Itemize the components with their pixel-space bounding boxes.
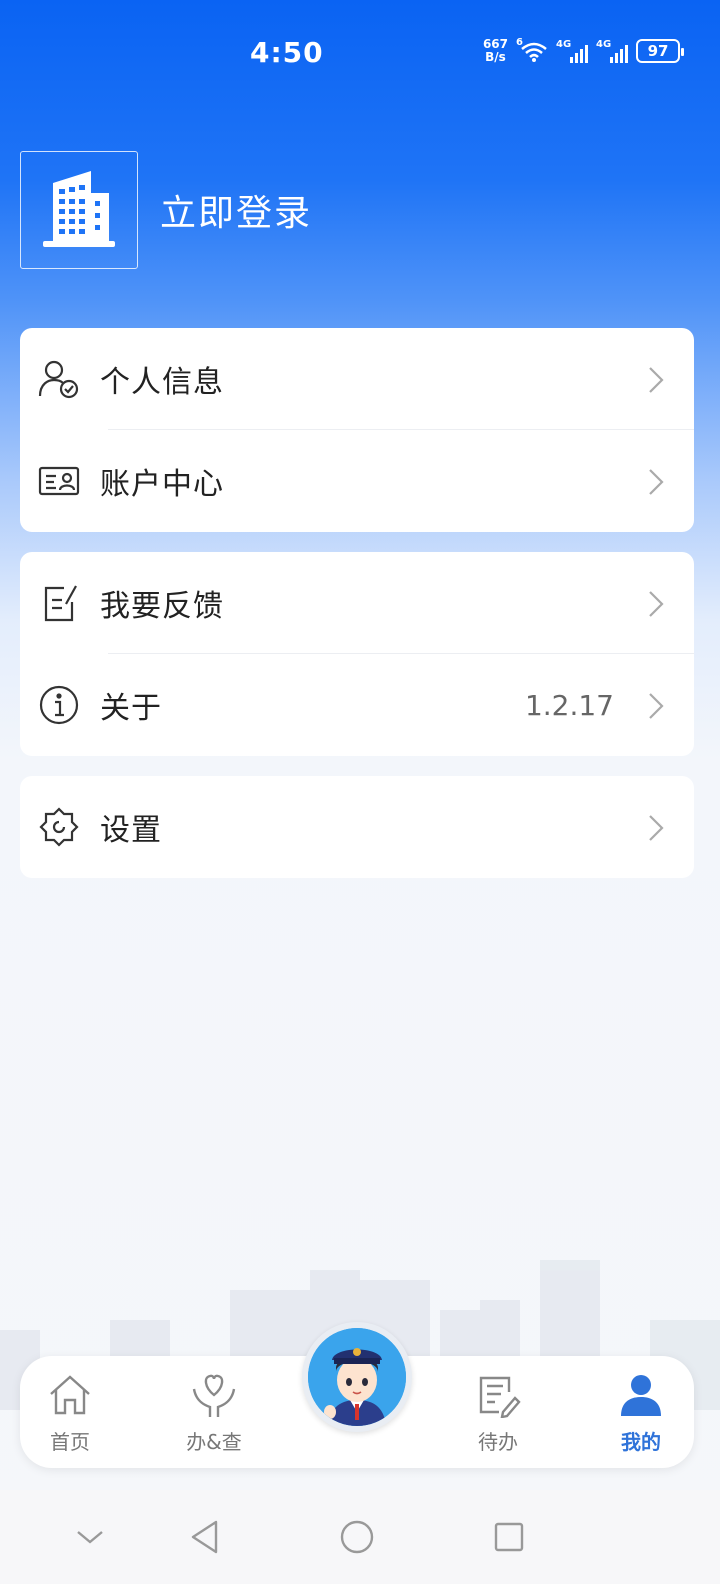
wifi-icon: 6: [516, 37, 548, 63]
menu-item-label: 设置: [100, 813, 162, 848]
tab-todo[interactable]: 待办: [448, 1370, 548, 1455]
login-area[interactable]: 立即登录: [20, 150, 312, 270]
home-circle-icon[interactable]: [332, 1512, 382, 1562]
battery-icon: 97: [636, 39, 684, 63]
menu-item-feedback[interactable]: 我要反馈: [20, 552, 694, 654]
menu-card-feedback: 我要反馈 关于 1.2.17: [20, 552, 694, 756]
system-nav-bar: [0, 1490, 720, 1584]
menu-item-label: 个人信息: [100, 365, 224, 400]
menu-item-settings[interactable]: 设置: [20, 776, 694, 878]
menu-card-settings: 设置: [20, 776, 694, 878]
user-check-icon: [38, 358, 80, 400]
menu-card-account: 个人信息 账户中心: [20, 328, 694, 532]
tab-handle-check[interactable]: 办&查: [164, 1370, 264, 1455]
menu-item-label: 关于: [100, 691, 162, 726]
signal-2-icon: 4G: [596, 39, 628, 63]
chevron-down-icon[interactable]: [65, 1512, 115, 1562]
menu-item-label: 账户中心: [100, 467, 224, 502]
status-icons: 667 B/s 6 4G 4G 97: [482, 37, 684, 64]
menu-item-about[interactable]: 关于 1.2.17: [20, 654, 694, 756]
feedback-edit-icon: [38, 582, 80, 624]
status-time: 4:50: [250, 36, 324, 69]
info-icon: [38, 684, 80, 726]
tab-label: 待办: [478, 1430, 518, 1454]
heart-hands-icon: [189, 1370, 239, 1420]
person-icon: [616, 1370, 666, 1420]
chevron-right-icon: [649, 469, 664, 495]
officer-avatar-button[interactable]: [302, 1322, 412, 1432]
officer-avatar-icon: [308, 1328, 406, 1426]
menu-item-account-center[interactable]: 账户中心: [20, 430, 694, 532]
tab-home[interactable]: 首页: [20, 1370, 120, 1455]
login-link[interactable]: 立即登录: [160, 184, 312, 236]
building-icon: [20, 151, 138, 269]
signal-1-icon: 4G: [556, 39, 588, 63]
tab-mine[interactable]: 我的: [591, 1370, 691, 1455]
network-speed: 667 B/s: [482, 37, 508, 64]
menu-item-label: 我要反馈: [100, 589, 224, 624]
chevron-right-icon: [649, 693, 664, 719]
tab-label: 首页: [50, 1430, 90, 1454]
tab-label: 我的: [621, 1430, 661, 1454]
id-card-icon: [38, 460, 80, 502]
back-icon[interactable]: [180, 1512, 230, 1562]
chevron-right-icon: [649, 815, 664, 841]
tab-label: 办&查: [186, 1430, 242, 1454]
status-bar: 4:50 667 B/s 6 4G 4G 97: [0, 0, 720, 106]
menu-item-personal-info[interactable]: 个人信息: [20, 328, 694, 430]
chevron-right-icon: [649, 591, 664, 617]
settings-gear-icon: [38, 806, 80, 848]
todo-edit-icon: [473, 1370, 523, 1420]
chevron-right-icon: [649, 367, 664, 393]
home-icon: [45, 1370, 95, 1420]
recents-square-icon[interactable]: [484, 1512, 534, 1562]
app-version: 1.2.17: [524, 688, 614, 722]
